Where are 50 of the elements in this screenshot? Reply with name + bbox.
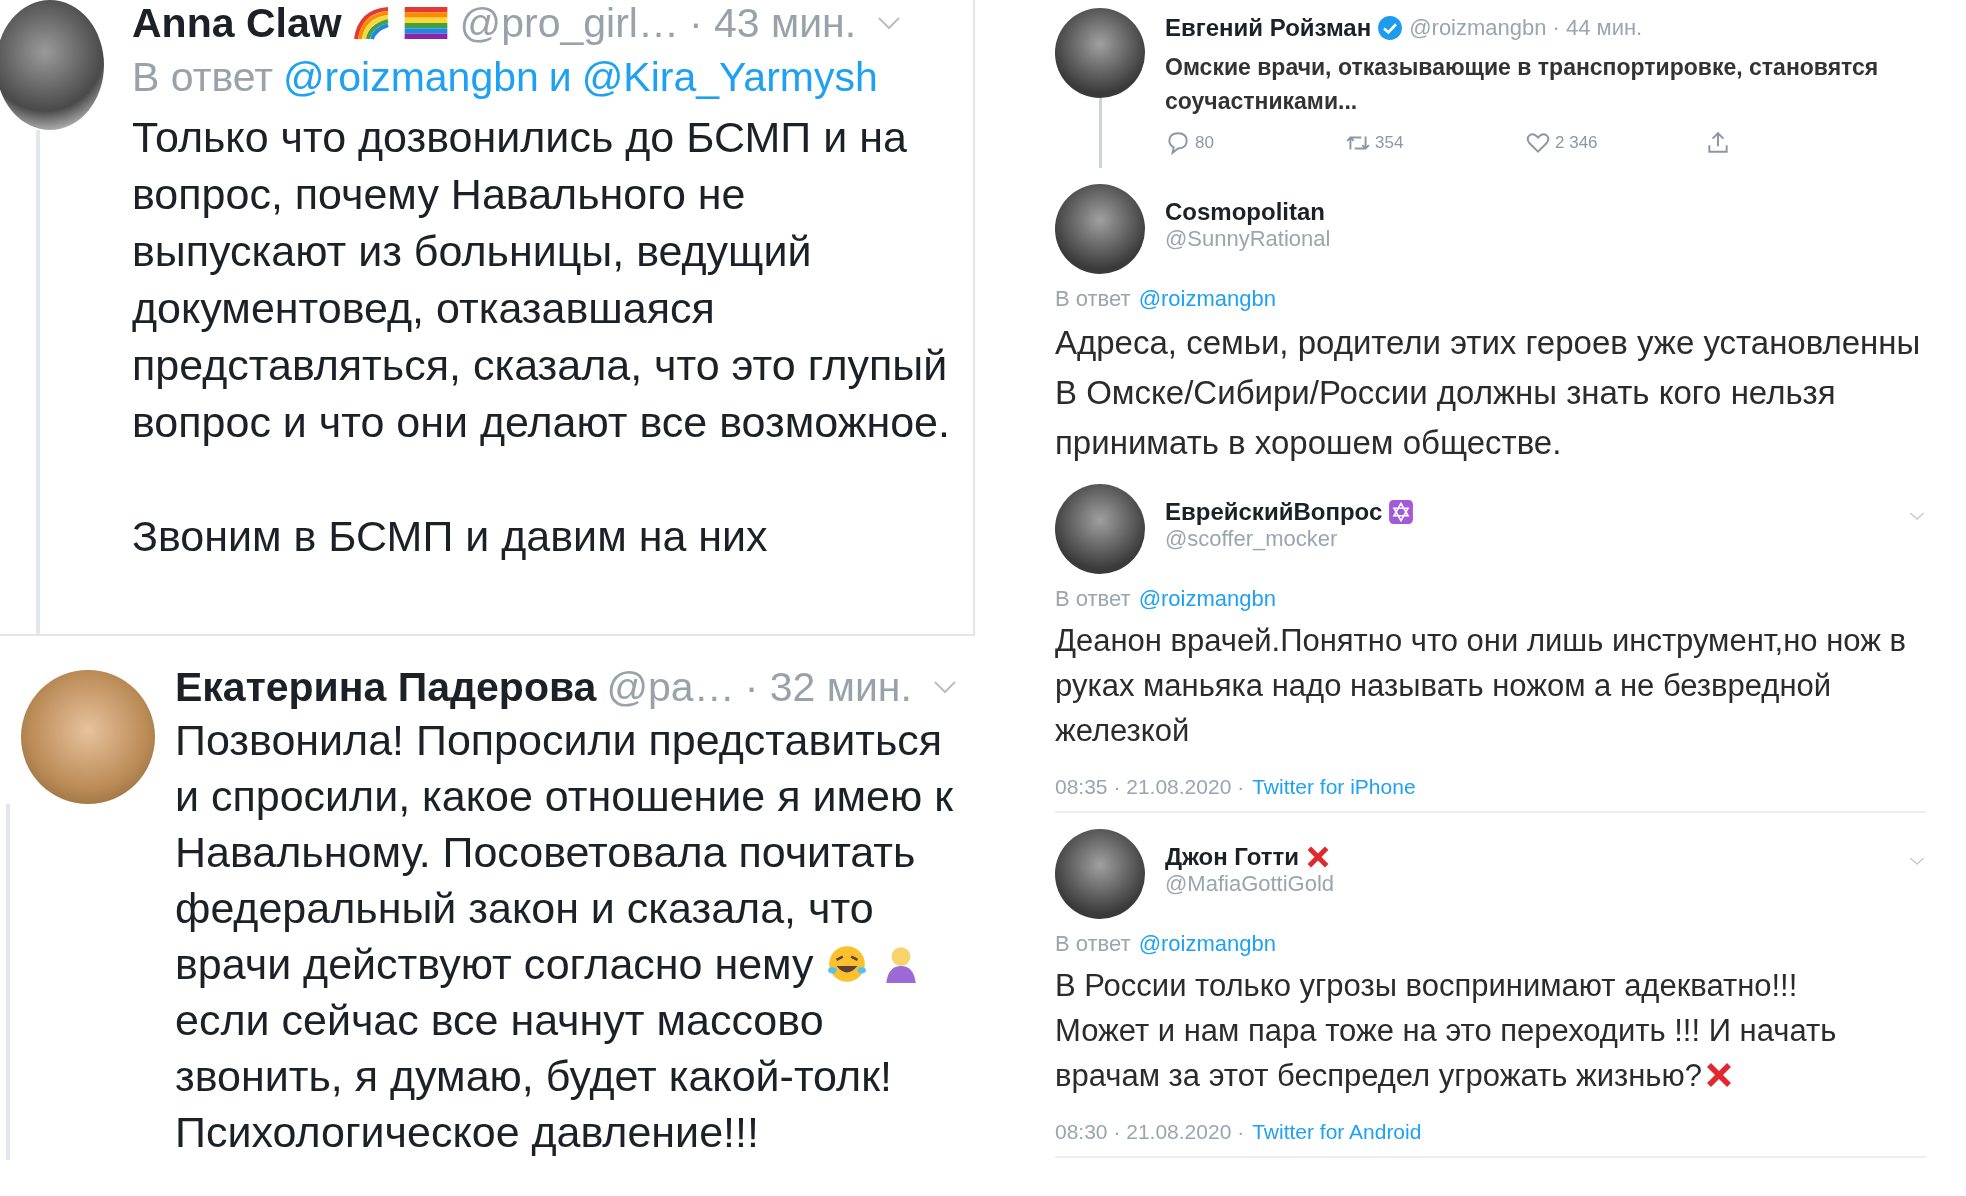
tweet-timestamp: 08:30 · 21.08.2020 ·	[1055, 1120, 1245, 1144]
tweet-text: врачам за этот беспредел угрожать жизнью?	[1055, 1058, 1702, 1093]
user-name[interactable]: Екатерина Падерова	[175, 663, 597, 711]
user-handle[interactable]: @SunnyRational	[1165, 226, 1926, 252]
reply-label: В ответ	[132, 54, 273, 101]
reply-label: В ответ	[1055, 931, 1131, 957]
speech-bubble-icon[interactable]	[1165, 130, 1191, 156]
mention-link[interactable]: @roizmangbn	[282, 54, 539, 101]
tweet-text: Омские врачи, отказывающие в транспортировке, становятся соучастниками...	[1165, 53, 1880, 116]
tweet-text: Может и нам пара тоже на это переходить !!! И начать	[1055, 1013, 1837, 1048]
user-handle[interactable]: @roizmangbn	[1409, 15, 1547, 41]
reply-label: В ответ	[1055, 586, 1131, 612]
source-link[interactable]: Twitter for iPhone	[1252, 775, 1416, 799]
tweet-text: врачи действуют согласно нему	[175, 940, 814, 988]
tweet-timestamp: 08:35 · 21.08.2020 ·	[1055, 775, 1245, 799]
user-name[interactable]: Anna Claw	[132, 0, 342, 47]
caret-icon[interactable]	[931, 680, 958, 694]
action-count: 354	[1375, 133, 1404, 153]
source-link[interactable]: Twitter for Android	[1252, 1120, 1422, 1144]
action-count: 2 346	[1555, 133, 1598, 153]
user-name[interactable]: Cosmopolitan	[1165, 198, 1325, 226]
user-handle[interactable]: @scoffer_mocker	[1165, 526, 1888, 552]
tweet-text: если сейчас все начнут массово звонить, я думаю, будет какой-толк! Психологическое давление!!!	[175, 996, 892, 1156]
tweet-time: · 43 мин.	[688, 0, 857, 47]
caret-icon[interactable]	[1908, 855, 1926, 867]
tweet-text: Только что дозвонились до БСМП и на вопрос, почему Навального не выпускают из больницы, ведущий документовед, отказавшаяся представляться, сказала, что это глупый вопрос и что они делают все возможное.	[132, 113, 950, 446]
mention-link[interactable]: @roizmangbn	[1138, 586, 1276, 612]
tweet-text: В Омске/Сибири/России должны знать кого нельзя принимать в хорошем обществе.	[1055, 374, 1836, 461]
user-handle[interactable]: @pa…	[606, 663, 735, 711]
caret-icon[interactable]	[1908, 510, 1926, 522]
tweet-text: Адреса, семьи, родители этих героев уже установленны	[1055, 324, 1921, 361]
user-handle[interactable]: @pro_girl…	[459, 0, 679, 47]
reply-joiner: и	[548, 54, 572, 101]
action-count: 80	[1195, 133, 1214, 153]
tweet-time: · 32 мин.	[744, 663, 912, 711]
tweet-text: В России только угрозы воспринимают адекватно!!!	[1055, 968, 1798, 1003]
mention-link[interactable]: @roizmangbn	[1138, 931, 1276, 957]
tweet-text: Звоним в БСМП и давим на них	[132, 512, 768, 560]
user-handle[interactable]: @MafiaGottiGold	[1165, 871, 1888, 897]
share-icon[interactable]	[1705, 130, 1731, 156]
mention-link[interactable]: @roizmangbn	[1138, 286, 1276, 312]
tweet-text: Деанон врачей.Понятно что они лишь инструмент,но нож в руках маньяка надо называть ножом а не безвредной железкой	[1055, 623, 1906, 748]
heart-icon[interactable]	[1525, 130, 1551, 156]
reply-label: В ответ	[1055, 286, 1131, 312]
user-name[interactable]: Евгений Ройзман	[1165, 14, 1372, 42]
user-name[interactable]: ЕврейскийВопрос	[1165, 498, 1383, 526]
tweet-time: · 44 мин.	[1552, 15, 1643, 41]
user-name[interactable]: Джон Готти	[1165, 843, 1300, 871]
caret-icon[interactable]	[876, 16, 903, 30]
mention-link[interactable]: @Kira_Yarmysh	[581, 54, 878, 101]
